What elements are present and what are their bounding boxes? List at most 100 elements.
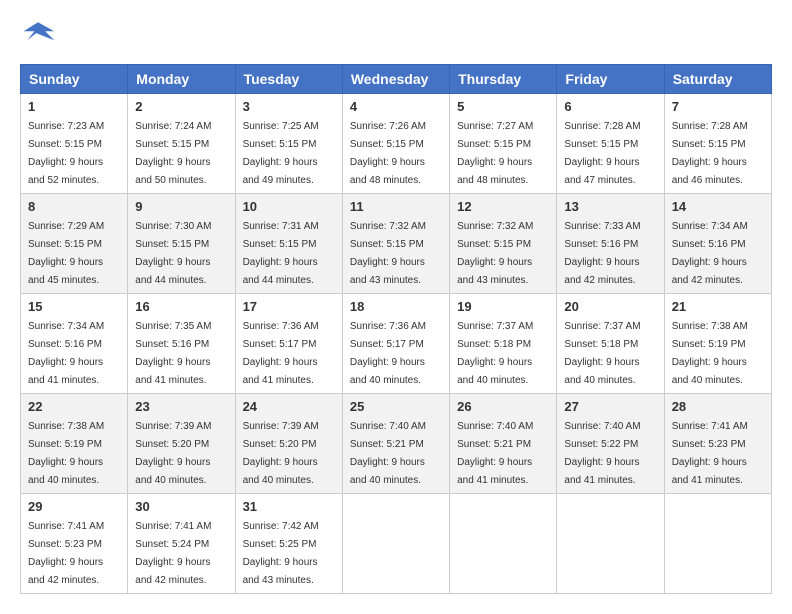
day-number: 4 <box>350 99 442 114</box>
day-number: 31 <box>243 499 335 514</box>
day-info: Sunrise: 7:25 AMSunset: 5:15 PMDaylight:… <box>243 121 319 186</box>
calendar-cell: 1 Sunrise: 7:23 AMSunset: 5:15 PMDayligh… <box>21 94 128 194</box>
day-info: Sunrise: 7:30 AMSunset: 5:15 PMDaylight:… <box>135 221 211 286</box>
day-info: Sunrise: 7:42 AMSunset: 5:25 PMDaylight:… <box>243 521 319 586</box>
day-info: Sunrise: 7:33 AMSunset: 5:16 PMDaylight:… <box>564 221 640 286</box>
day-number: 12 <box>457 199 549 214</box>
calendar-cell: 5 Sunrise: 7:27 AMSunset: 5:15 PMDayligh… <box>450 94 557 194</box>
calendar-cell: 8 Sunrise: 7:29 AMSunset: 5:15 PMDayligh… <box>21 194 128 294</box>
calendar-cell <box>557 494 664 594</box>
logo <box>20 20 60 48</box>
calendar-cell: 28 Sunrise: 7:41 AMSunset: 5:23 PMDaylig… <box>664 394 771 494</box>
day-number: 5 <box>457 99 549 114</box>
calendar-cell: 15 Sunrise: 7:34 AMSunset: 5:16 PMDaylig… <box>21 294 128 394</box>
calendar-cell: 7 Sunrise: 7:28 AMSunset: 5:15 PMDayligh… <box>664 94 771 194</box>
day-info: Sunrise: 7:27 AMSunset: 5:15 PMDaylight:… <box>457 121 533 186</box>
day-info: Sunrise: 7:38 AMSunset: 5:19 PMDaylight:… <box>672 321 748 386</box>
calendar-cell: 16 Sunrise: 7:35 AMSunset: 5:16 PMDaylig… <box>128 294 235 394</box>
day-number: 29 <box>28 499 120 514</box>
day-info: Sunrise: 7:36 AMSunset: 5:17 PMDaylight:… <box>350 321 426 386</box>
calendar-cell: 21 Sunrise: 7:38 AMSunset: 5:19 PMDaylig… <box>664 294 771 394</box>
calendar-cell: 4 Sunrise: 7:26 AMSunset: 5:15 PMDayligh… <box>342 94 449 194</box>
day-info: Sunrise: 7:24 AMSunset: 5:15 PMDaylight:… <box>135 121 211 186</box>
day-number: 2 <box>135 99 227 114</box>
day-number: 30 <box>135 499 227 514</box>
day-info: Sunrise: 7:29 AMSunset: 5:15 PMDaylight:… <box>28 221 104 286</box>
calendar-week-row: 22 Sunrise: 7:38 AMSunset: 5:19 PMDaylig… <box>21 394 772 494</box>
day-number: 14 <box>672 199 764 214</box>
day-info: Sunrise: 7:39 AMSunset: 5:20 PMDaylight:… <box>243 421 319 486</box>
day-number: 24 <box>243 399 335 414</box>
day-number: 19 <box>457 299 549 314</box>
day-number: 27 <box>564 399 656 414</box>
col-tuesday: Tuesday <box>235 65 342 94</box>
day-info: Sunrise: 7:32 AMSunset: 5:15 PMDaylight:… <box>457 221 533 286</box>
calendar-cell <box>450 494 557 594</box>
calendar-cell: 3 Sunrise: 7:25 AMSunset: 5:15 PMDayligh… <box>235 94 342 194</box>
calendar-cell: 6 Sunrise: 7:28 AMSunset: 5:15 PMDayligh… <box>557 94 664 194</box>
calendar-week-row: 15 Sunrise: 7:34 AMSunset: 5:16 PMDaylig… <box>21 294 772 394</box>
day-number: 6 <box>564 99 656 114</box>
calendar-cell: 2 Sunrise: 7:24 AMSunset: 5:15 PMDayligh… <box>128 94 235 194</box>
day-info: Sunrise: 7:28 AMSunset: 5:15 PMDaylight:… <box>564 121 640 186</box>
day-info: Sunrise: 7:40 AMSunset: 5:21 PMDaylight:… <box>457 421 533 486</box>
calendar-cell: 22 Sunrise: 7:38 AMSunset: 5:19 PMDaylig… <box>21 394 128 494</box>
day-info: Sunrise: 7:37 AMSunset: 5:18 PMDaylight:… <box>564 321 640 386</box>
day-info: Sunrise: 7:41 AMSunset: 5:24 PMDaylight:… <box>135 521 211 586</box>
col-friday: Friday <box>557 65 664 94</box>
day-info: Sunrise: 7:34 AMSunset: 5:16 PMDaylight:… <box>28 321 104 386</box>
calendar-cell <box>342 494 449 594</box>
day-number: 1 <box>28 99 120 114</box>
day-number: 8 <box>28 199 120 214</box>
day-number: 18 <box>350 299 442 314</box>
day-number: 26 <box>457 399 549 414</box>
day-number: 11 <box>350 199 442 214</box>
calendar-cell: 30 Sunrise: 7:41 AMSunset: 5:24 PMDaylig… <box>128 494 235 594</box>
day-info: Sunrise: 7:40 AMSunset: 5:22 PMDaylight:… <box>564 421 640 486</box>
col-wednesday: Wednesday <box>342 65 449 94</box>
day-number: 15 <box>28 299 120 314</box>
day-number: 9 <box>135 199 227 214</box>
day-number: 16 <box>135 299 227 314</box>
day-number: 28 <box>672 399 764 414</box>
col-thursday: Thursday <box>450 65 557 94</box>
day-info: Sunrise: 7:40 AMSunset: 5:21 PMDaylight:… <box>350 421 426 486</box>
day-info: Sunrise: 7:31 AMSunset: 5:15 PMDaylight:… <box>243 221 319 286</box>
day-number: 7 <box>672 99 764 114</box>
day-number: 20 <box>564 299 656 314</box>
day-info: Sunrise: 7:28 AMSunset: 5:15 PMDaylight:… <box>672 121 748 186</box>
calendar-week-row: 1 Sunrise: 7:23 AMSunset: 5:15 PMDayligh… <box>21 94 772 194</box>
col-monday: Monday <box>128 65 235 94</box>
day-number: 10 <box>243 199 335 214</box>
day-info: Sunrise: 7:39 AMSunset: 5:20 PMDaylight:… <box>135 421 211 486</box>
day-number: 22 <box>28 399 120 414</box>
calendar-cell: 19 Sunrise: 7:37 AMSunset: 5:18 PMDaylig… <box>450 294 557 394</box>
day-number: 21 <box>672 299 764 314</box>
calendar-cell: 14 Sunrise: 7:34 AMSunset: 5:16 PMDaylig… <box>664 194 771 294</box>
day-info: Sunrise: 7:38 AMSunset: 5:19 PMDaylight:… <box>28 421 104 486</box>
day-info: Sunrise: 7:32 AMSunset: 5:15 PMDaylight:… <box>350 221 426 286</box>
calendar-cell: 31 Sunrise: 7:42 AMSunset: 5:25 PMDaylig… <box>235 494 342 594</box>
calendar-table: Sunday Monday Tuesday Wednesday Thursday… <box>20 64 772 594</box>
calendar-cell: 26 Sunrise: 7:40 AMSunset: 5:21 PMDaylig… <box>450 394 557 494</box>
day-number: 25 <box>350 399 442 414</box>
day-info: Sunrise: 7:41 AMSunset: 5:23 PMDaylight:… <box>28 521 104 586</box>
day-number: 17 <box>243 299 335 314</box>
calendar-cell: 17 Sunrise: 7:36 AMSunset: 5:17 PMDaylig… <box>235 294 342 394</box>
calendar-cell: 10 Sunrise: 7:31 AMSunset: 5:15 PMDaylig… <box>235 194 342 294</box>
day-info: Sunrise: 7:41 AMSunset: 5:23 PMDaylight:… <box>672 421 748 486</box>
calendar-cell: 20 Sunrise: 7:37 AMSunset: 5:18 PMDaylig… <box>557 294 664 394</box>
calendar-cell: 18 Sunrise: 7:36 AMSunset: 5:17 PMDaylig… <box>342 294 449 394</box>
header-row: Sunday Monday Tuesday Wednesday Thursday… <box>21 65 772 94</box>
day-info: Sunrise: 7:35 AMSunset: 5:16 PMDaylight:… <box>135 321 211 386</box>
page-container: Sunday Monday Tuesday Wednesday Thursday… <box>20 20 772 594</box>
calendar-cell <box>664 494 771 594</box>
logo-icon <box>20 20 56 48</box>
calendar-cell: 29 Sunrise: 7:41 AMSunset: 5:23 PMDaylig… <box>21 494 128 594</box>
day-info: Sunrise: 7:37 AMSunset: 5:18 PMDaylight:… <box>457 321 533 386</box>
calendar-cell: 24 Sunrise: 7:39 AMSunset: 5:20 PMDaylig… <box>235 394 342 494</box>
calendar-week-row: 8 Sunrise: 7:29 AMSunset: 5:15 PMDayligh… <box>21 194 772 294</box>
day-number: 23 <box>135 399 227 414</box>
day-info: Sunrise: 7:23 AMSunset: 5:15 PMDaylight:… <box>28 121 104 186</box>
calendar-cell: 13 Sunrise: 7:33 AMSunset: 5:16 PMDaylig… <box>557 194 664 294</box>
